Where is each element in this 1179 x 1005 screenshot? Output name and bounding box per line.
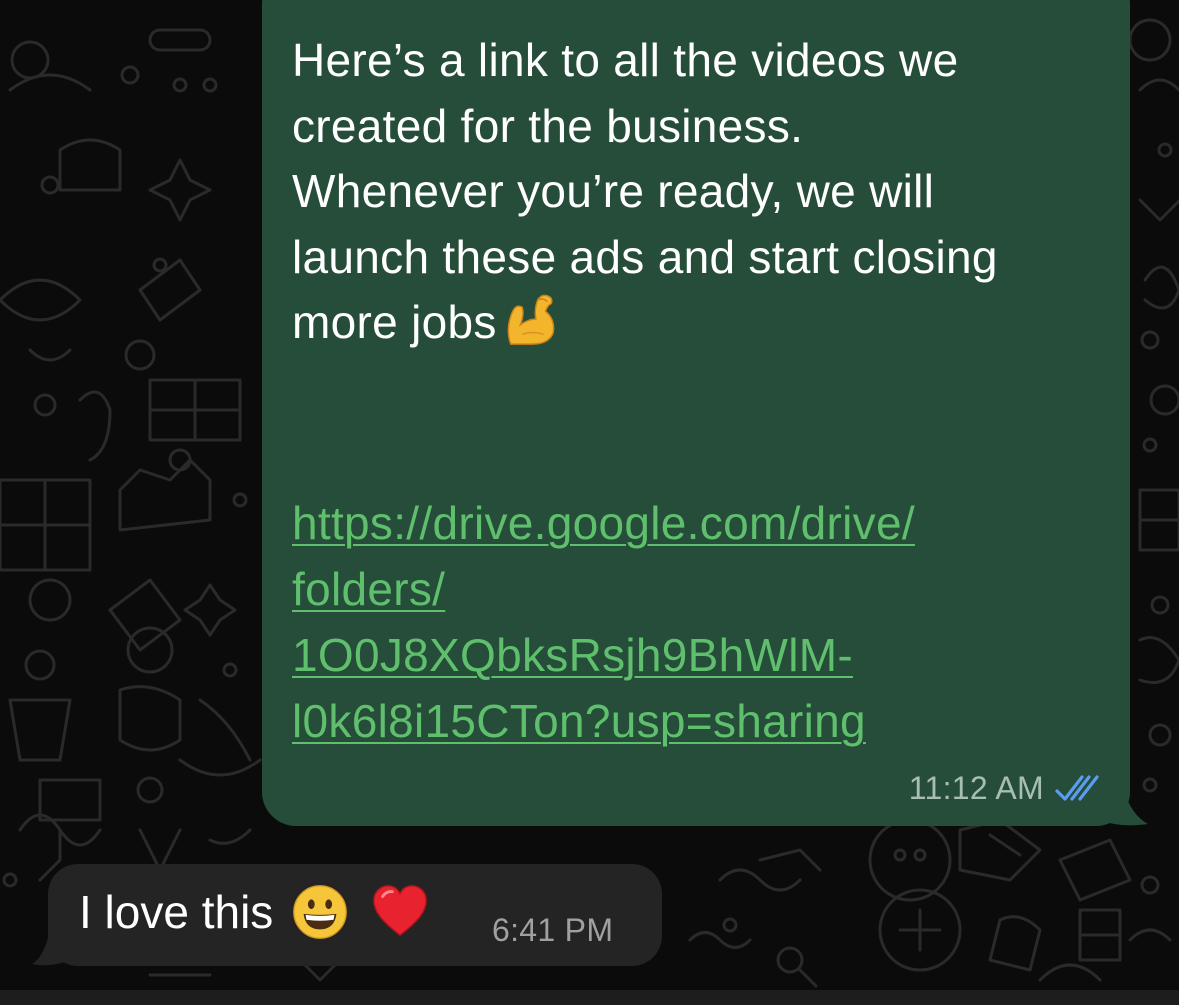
link-line[interactable]: 1O0J8XQbksRsjh9BhWlM-: [292, 622, 1092, 688]
link-line[interactable]: folders/: [292, 556, 1092, 622]
message-timestamp: 11:12 AM: [908, 770, 1044, 806]
link-line[interactable]: https://drive.google.com/drive/: [292, 490, 1092, 556]
outgoing-message-text: Here’s a link to all the videos we creat…: [292, 28, 1092, 356]
flexed-biceps-emoji: [507, 294, 554, 345]
message-line-last: more jobs: [292, 290, 1092, 356]
outgoing-message-bubble[interactable]: Here’s a link to all the videos we creat…: [262, 0, 1130, 826]
drive-link[interactable]: https://drive.google.com/drive/ folders/…: [292, 490, 1092, 754]
grinning-face-emoji: [293, 885, 348, 939]
chat-background: Here’s a link to all the videos we creat…: [0, 0, 1179, 990]
message-line: more jobs: [292, 296, 497, 348]
red-heart-emoji: [373, 885, 428, 937]
message-timestamp: 6:41 PM: [492, 912, 614, 948]
incoming-message-bubble[interactable]: I love this 6:41 PM: [48, 864, 662, 966]
incoming-message-text: I love this: [79, 882, 429, 942]
outgoing-message-meta: 11:12 AM: [909, 770, 1100, 807]
message-line: launch these ads and start closing: [292, 230, 998, 283]
bottom-edge-bar: [0, 990, 1179, 1005]
message-text: I love this: [79, 886, 274, 938]
message-line: Whenever you’re ready, we will: [292, 165, 935, 217]
double-check-read-icon: [1055, 774, 1099, 801]
message-line: Here’s a link to all the videos we: [292, 34, 959, 86]
drive-link-anchor[interactable]: https://drive.google.com/drive/ folders/…: [292, 490, 1092, 754]
message-line: created for the business.: [292, 99, 804, 152]
link-line[interactable]: l0k6l8i15CTon?usp=sharing: [292, 688, 1092, 754]
